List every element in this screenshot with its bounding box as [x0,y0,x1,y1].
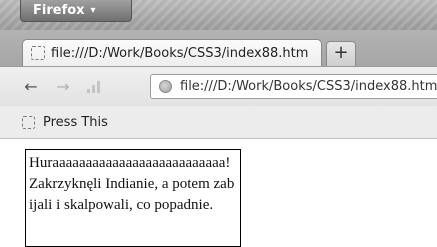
firefox-menu-button[interactable]: Firefox ▾ [20,0,132,22]
bookmarks-toolbar: Press This [0,106,437,139]
address-bar[interactable]: file:///D:/Work/Books/CSS3/index88.htm [150,74,437,99]
demo-text-box: Huraaaaaaaaaaaaaaaaaaaaaaaaaa! Zakrzyknę… [25,149,241,247]
address-bar-url: file:///D:/Work/Books/CSS3/index88.htm [180,79,437,94]
page-favicon-icon [31,46,45,60]
tab-active[interactable]: file:///D:/Work/Books/CSS3/index88.htm [22,39,322,66]
bookmark-page-icon [22,115,35,129]
back-arrow-icon[interactable]: ← [22,78,40,96]
firefox-menu-label: Firefox [33,3,85,18]
new-tab-button[interactable]: + [326,41,356,66]
tab-strip: file:///D:/Work/Books/CSS3/index88.htm + [0,30,437,66]
signal-bars-icon [87,79,103,93]
page-content: Huraaaaaaaaaaaaaaaaaaaaaaaaaa! Zakrzyknę… [0,139,437,247]
chevron-down-icon: ▾ [90,5,96,16]
forward-arrow-icon[interactable]: → [54,78,72,96]
tab-title: file:///D:/Work/Books/CSS3/index88.htm [51,45,309,61]
window-titlebar: Firefox ▾ [0,0,437,30]
navigation-toolbar: ← → file:///D:/Work/Books/CSS3/index88.h… [0,66,437,107]
globe-icon [159,80,172,93]
bookmark-press-this[interactable]: Press This [43,115,108,130]
